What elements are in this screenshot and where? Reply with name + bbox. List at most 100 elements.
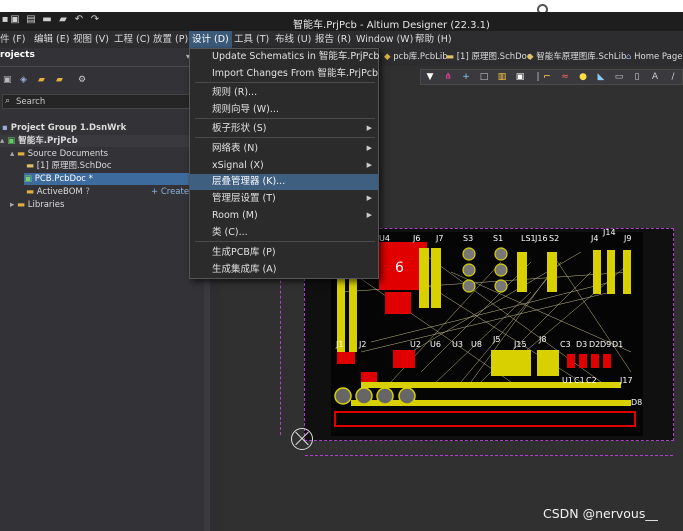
label-j4: J4 (591, 234, 599, 243)
panel-tool-icon[interactable]: ▣ (3, 75, 12, 85)
menu-help[interactable]: 帮助 (H) (412, 31, 455, 48)
search-icon: ⌕ (5, 96, 11, 106)
tab-label: Home Page (634, 52, 683, 62)
tree-item-activebom[interactable]: ▬ ActiveBOM ? (26, 186, 90, 198)
crosshair-icon[interactable]: + (461, 72, 471, 82)
menu-window[interactable]: Window (W) (353, 31, 416, 48)
label-j1: J1 (336, 340, 344, 349)
label-u4: U4 (379, 234, 390, 243)
menu-tools[interactable]: 工具 (T) (231, 31, 272, 48)
select-icon[interactable]: □ (479, 72, 489, 82)
route-icon[interactable]: ⋔ (443, 72, 453, 82)
tab-pcblib[interactable]: ◆ pcb库.PcbLib (384, 50, 448, 64)
label-j5: J5 (493, 335, 501, 344)
panel-settings-icon[interactable]: ◈ (20, 75, 27, 85)
polygon-icon[interactable]: ◣ (596, 72, 606, 82)
label-d8: D8 (631, 398, 643, 407)
panel-folder2-icon[interactable]: ▰ (56, 75, 63, 85)
tree-item-project-group[interactable]: ▪ Project Group 1.DsnWrk (2, 122, 202, 134)
chart-icon[interactable]: ▯ (632, 72, 642, 82)
create-bom-link[interactable]: + Create (151, 186, 189, 198)
menu-view[interactable]: 视图 (V) (70, 31, 112, 48)
tree-item-pcbdoc[interactable]: ▣ PCB.PcbDoc * (24, 173, 194, 185)
menu-update-schematics[interactable]: Update Schematics in 智能车.PrjPcb (190, 49, 379, 64)
menu-manage-layer-sets[interactable]: 管理层设置 (T) ▶ (190, 191, 378, 206)
tree-item-source-documents[interactable]: ▴ ▬ Source Documents (10, 148, 108, 160)
menu-netlist[interactable]: 网络表 (N) ▶ (190, 141, 378, 156)
tab-label: pcb库.PcbLib (393, 52, 448, 62)
panel-folder-icon[interactable]: ▰ (38, 75, 45, 85)
folder-icon: ▬ (14, 149, 28, 159)
panel-title: rojects (0, 50, 35, 60)
menu-route[interactable]: 布线 (U) (272, 31, 314, 48)
rect-icon[interactable]: ▭ (614, 72, 624, 82)
menu-rules-wizard[interactable]: 规则向导 (W)... (190, 102, 378, 117)
menu-room[interactable]: Room (M) ▶ (190, 208, 378, 223)
align-icon[interactable]: ▥ (497, 72, 507, 82)
label-j14: J14 (603, 228, 616, 237)
diff-pair-icon[interactable]: ≈ (560, 72, 570, 82)
label-j7: J7 (436, 234, 444, 243)
pcb-icon: ▣ (24, 174, 35, 184)
panel-gear-icon[interactable]: ⚙ (78, 75, 86, 85)
component-icon[interactable]: ▣ (515, 72, 525, 82)
label-d9: D9 (600, 340, 612, 349)
panel-divider (0, 66, 204, 67)
menu-layer-stack-manager[interactable]: 层叠管理器 (K)... (190, 174, 378, 190)
label-d2: D2 (589, 340, 601, 349)
projects-panel (0, 48, 204, 531)
menu-make-pcb-library[interactable]: 生成PCB库 (P) (190, 245, 378, 260)
label-s1: S1 (493, 234, 504, 243)
menu-board-shape[interactable]: 板子形状 (S) ▶ (190, 121, 378, 136)
menu-classes[interactable]: 类 (C)... (190, 225, 378, 240)
menu-place[interactable]: 放置 (P) (150, 31, 191, 48)
menu-design[interactable]: 设计 (D) (189, 31, 232, 48)
menu-item-label: xSignal (X) (212, 160, 264, 171)
filter-icon[interactable]: ▼ (425, 72, 435, 82)
project-group-icon: ▪ (2, 123, 11, 133)
menu-project[interactable]: 工程 (C) (111, 31, 153, 48)
menu-edit[interactable]: 编辑 (E) (31, 31, 72, 48)
schematic-icon: ▬ (26, 161, 37, 171)
interactive-route-icon[interactable]: ⌐ (542, 72, 552, 82)
label-j2: J2 (359, 340, 367, 349)
line-icon[interactable]: / (668, 72, 678, 82)
label-s3: S3 (463, 234, 474, 243)
menu-separator (195, 137, 375, 138)
menu-make-integrated-library[interactable]: 生成集成库 (A) (190, 262, 378, 277)
menu-import-changes[interactable]: Import Changes From 智能车.PrjPcb (190, 66, 378, 81)
label-c2: C2 (586, 376, 597, 385)
tab-schdoc[interactable]: ▬ [1] 原理图.SchDoc (446, 50, 532, 64)
via-icon[interactable]: ● (578, 72, 588, 82)
text-icon[interactable]: A (650, 72, 660, 82)
home-icon: ⌂ (626, 52, 632, 62)
switch-pads (462, 247, 508, 293)
tab-label: 智能车原理图库.SchLib (536, 52, 627, 62)
label-u8: U8 (471, 340, 482, 349)
menu-xsignal[interactable]: xSignal (X) ▶ (190, 158, 378, 173)
tree-item-libraries[interactable]: ▸ ▬ Libraries (10, 199, 64, 211)
tree-label: Project Group 1.DsnWrk (10, 123, 127, 133)
submenu-arrow-icon: ▶ (366, 144, 372, 152)
label-j6: J6 (413, 234, 421, 243)
pcblib-icon: ◆ (384, 52, 391, 62)
menu-item-label: 生成PCB库 (P) (212, 247, 276, 258)
menu-file[interactable]: 件 (F) (0, 31, 28, 48)
menu-reports[interactable]: 报告 (R) (312, 31, 354, 48)
submenu-arrow-icon: ▶ (366, 194, 372, 202)
copper-edge-strip (334, 411, 636, 427)
copper-pad (385, 292, 411, 314)
tree-label: ActiveBOM (36, 187, 83, 197)
tab-schlib[interactable]: ◆ 智能车原理图库.SchLib (527, 50, 626, 64)
tab-home[interactable]: ⌂ Home Page (626, 50, 683, 64)
menu-item-label: 规则 (R)... (212, 87, 258, 98)
label-j17: J17 (620, 376, 633, 385)
project-icon: ▣ (4, 136, 19, 146)
tree-item-project[interactable]: ▴ ▣ 智能车.PrjPcb (0, 135, 204, 147)
tree-label: 智能车.PrjPcb (18, 136, 78, 146)
menu-item-label: 板子形状 (S) (212, 123, 267, 134)
menu-rules[interactable]: 规则 (R)... (190, 85, 378, 100)
label-s2: S2 (549, 234, 560, 243)
tree-item-schdoc[interactable]: ▬ [1] 原理图.SchDoc (26, 160, 112, 172)
submenu-arrow-icon: ▶ (366, 161, 372, 169)
